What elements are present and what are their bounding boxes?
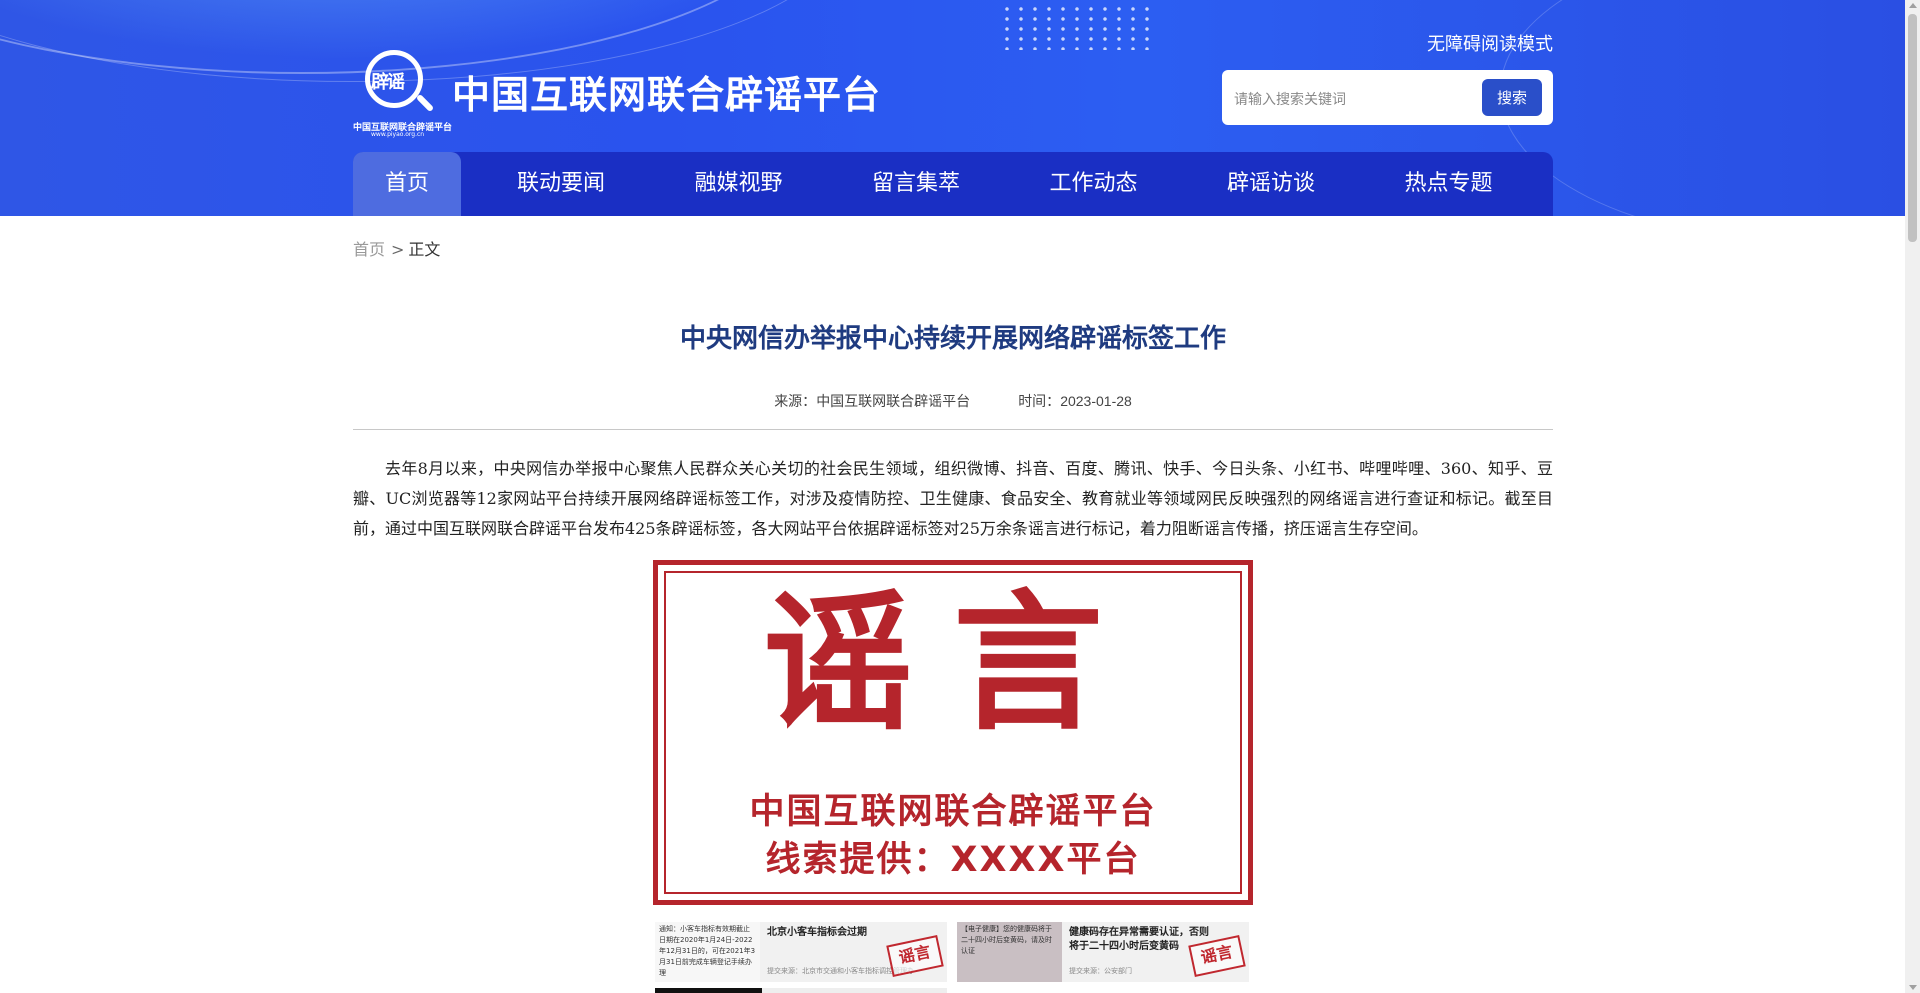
poster-clue-line: 线索提供：XXXX平台 bbox=[765, 840, 1141, 880]
thumbnail-source: 提交来源：公安部门 bbox=[1069, 967, 1132, 975]
site-title: 中国互联网联合辟谣平台 bbox=[452, 72, 882, 117]
logo-mark: 辟谣 bbox=[371, 72, 405, 93]
breadcrumb: 首页 > 正文 bbox=[353, 236, 440, 260]
nav-item-interviews[interactable]: 辟谣访谈 bbox=[1171, 152, 1371, 216]
time-label: 时间： bbox=[1018, 393, 1061, 409]
thumbnail-title: 健康码存在异常需要认证，否则将于二十四小时后变黄码 bbox=[1069, 927, 1209, 952]
page-scrollbar[interactable] bbox=[1905, 0, 1920, 993]
site-header: 辟谣 中国互联网联合辟谣平台 www.piyao.org.cn 中国互联网联合辟… bbox=[0, 0, 1905, 216]
rumor-label-poster: 谣言 中国互联网联合辟谣平台 线索提供：XXXX平台 bbox=[653, 560, 1253, 905]
thumbnail-notice-text: 通知：小客车指标有效期截止日期在2020年1月24日-2022年12月31日的，… bbox=[655, 922, 760, 982]
search-input[interactable] bbox=[1232, 84, 1476, 114]
nav-item-home[interactable]: 首页 bbox=[353, 152, 461, 216]
main-nav: 首页 联动要闻 融媒视野 留言集萃 工作动态 辟谣访谈 热点专题 bbox=[353, 152, 1553, 216]
search-button[interactable]: 搜索 bbox=[1482, 79, 1542, 116]
nav-item-messages[interactable]: 留言集萃 bbox=[816, 152, 1016, 216]
logo-url: www.piyao.org.cn bbox=[371, 131, 425, 138]
article-source: 中国互联网联合辟谣平台 bbox=[816, 393, 971, 409]
example-thumbnail-2: 【电子健康】您的健康码将于二十四小时后变黄码，请及时认证 健康码存在异常需要认证… bbox=[957, 922, 1249, 982]
scrollbar-thumb[interactable] bbox=[1908, 14, 1917, 242]
poster-platform-line: 中国互联网联合辟谣平台 bbox=[749, 792, 1157, 832]
title-divider bbox=[353, 429, 1553, 430]
nav-item-linkage-news[interactable]: 联动要闻 bbox=[461, 152, 661, 216]
header-wave-decoration-3 bbox=[1500, 0, 1905, 216]
nav-item-work-updates[interactable]: 工作动态 bbox=[1016, 152, 1171, 216]
thumbnail-divider-bar-2 bbox=[762, 988, 947, 993]
thumbnail-divider-bar bbox=[655, 988, 762, 993]
nav-item-hot-topics[interactable]: 热点专题 bbox=[1371, 152, 1526, 216]
magnifier-handle bbox=[415, 93, 435, 113]
article-paragraph: 去年8月以来，中央网信办举报中心聚焦人民群众关心关切的社会民生领域，组织微博、抖… bbox=[353, 459, 1553, 538]
article-meta: 来源：中国互联网联合辟谣平台 时间：2023-01-28 bbox=[353, 391, 1553, 411]
header-dots-decoration bbox=[1000, 4, 1150, 50]
scroll-up-arrow-icon[interactable] bbox=[1909, 3, 1917, 8]
search-box: 搜索 bbox=[1222, 70, 1553, 125]
article-title: 中央网信办举报中心持续开展网络辟谣标签工作 bbox=[679, 324, 1226, 354]
thumbnail-notice-text: 【电子健康】您的健康码将于二十四小时后变黄码，请及时认证 bbox=[957, 922, 1062, 982]
nav-item-media-vision[interactable]: 融媒视野 bbox=[661, 152, 816, 216]
article-date: 2023-01-28 bbox=[1060, 393, 1132, 409]
breadcrumb-current: 正文 bbox=[408, 240, 441, 259]
poster-big-text: 谣言 bbox=[762, 577, 1143, 751]
scroll-down-arrow-icon[interactable] bbox=[1909, 985, 1917, 990]
breadcrumb-home-link[interactable]: 首页 bbox=[353, 240, 385, 259]
breadcrumb-separator: > bbox=[391, 240, 405, 259]
thumbnail-title: 北京小客车指标会过期 bbox=[767, 927, 867, 938]
accessibility-mode-link[interactable]: 无障碍阅读模式 bbox=[1420, 30, 1553, 56]
site-logo[interactable]: 辟谣 中国互联网联合辟谣平台 www.piyao.org.cn bbox=[353, 48, 452, 138]
source-label: 来源： bbox=[774, 393, 817, 409]
rumor-stamp-icon: 谣言 bbox=[886, 934, 944, 978]
example-thumbnail-1: 通知：小客车指标有效期截止日期在2020年1月24日-2022年12月31日的，… bbox=[655, 922, 947, 982]
